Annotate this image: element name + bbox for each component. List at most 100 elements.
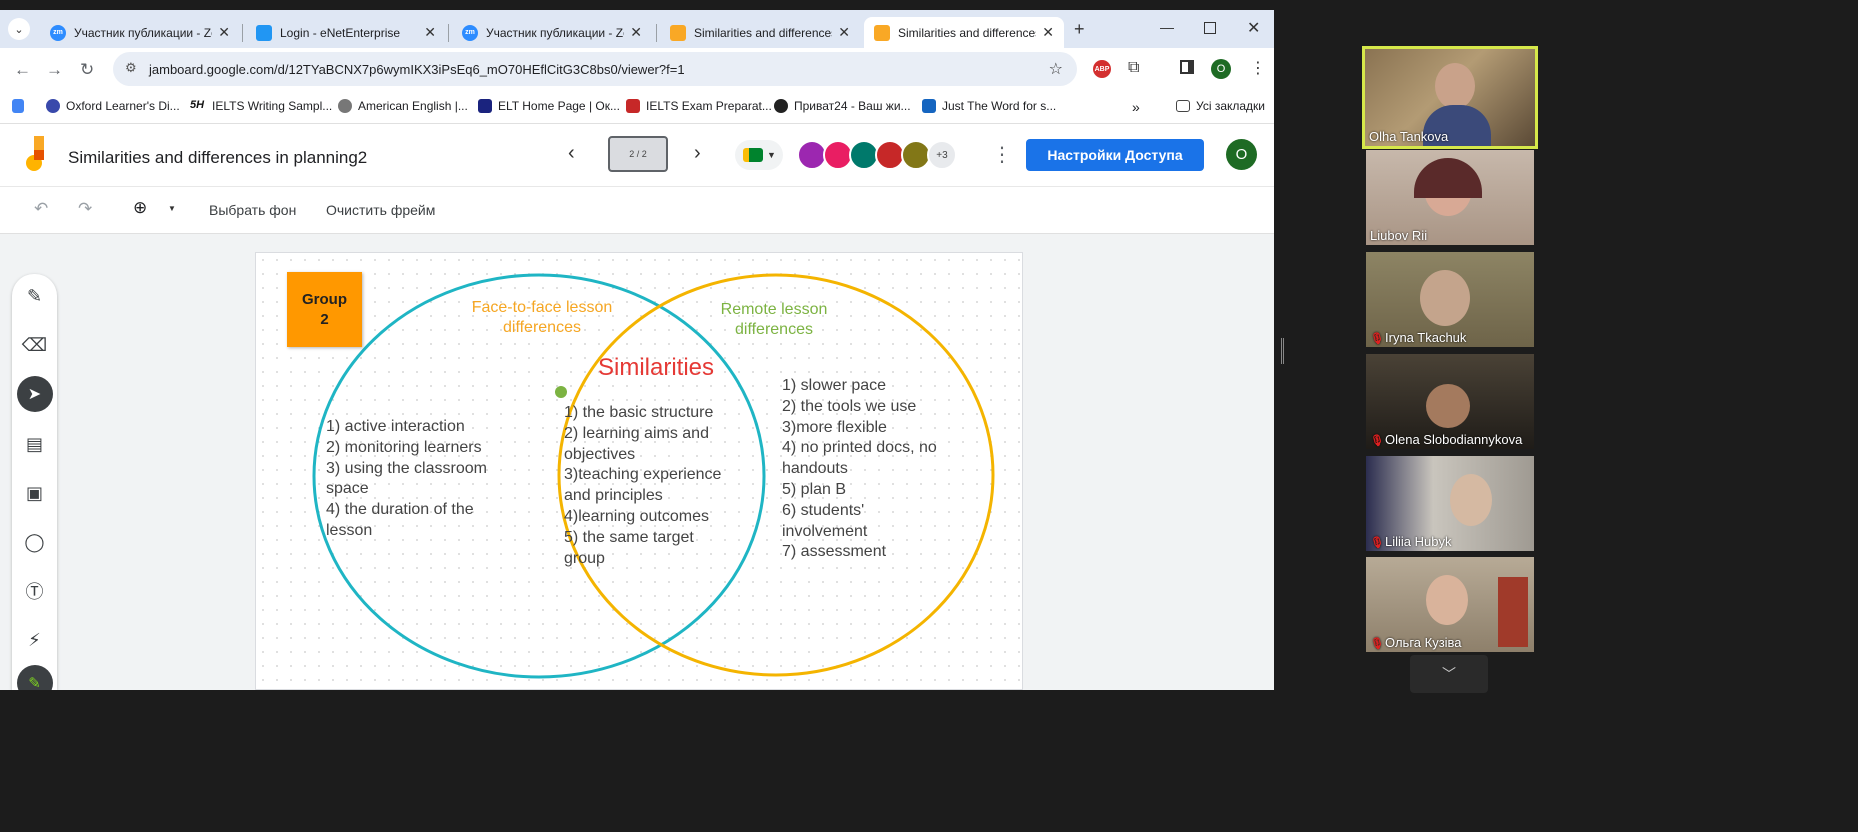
- tab-zoom-2[interactable]: zm Участник публикации - Zo ✕: [452, 17, 652, 48]
- extensions-icon[interactable]: ⧉: [1128, 59, 1139, 77]
- new-tab-button[interactable]: +: [1074, 19, 1085, 40]
- star-icon[interactable]: ☆: [1049, 59, 1063, 79]
- sidepanel-icon[interactable]: [1180, 60, 1194, 74]
- close-icon[interactable]: ✕: [218, 24, 230, 41]
- laser-icon[interactable]: ⚡: [12, 620, 57, 660]
- muted-mic-icon: 🎙: [1370, 333, 1384, 345]
- tab-jamboard-active[interactable]: Similarities and differences ✕: [864, 17, 1064, 48]
- meet-icon: [743, 148, 763, 162]
- zoom-icon: zm: [462, 24, 478, 41]
- undo-icon[interactable]: ↶: [34, 199, 48, 219]
- more-collaborators[interactable]: +3: [927, 140, 957, 170]
- reload-icon[interactable]: ↻: [80, 60, 94, 80]
- text-box-icon[interactable]: Ⓣ: [12, 571, 57, 611]
- circle-shape-icon[interactable]: ◯: [12, 522, 57, 562]
- all-bookmarks-folder[interactable]: Усі закладки: [1176, 99, 1265, 113]
- remote-list[interactable]: 1) slower pace 2) the tools we use 3)mor…: [782, 376, 937, 563]
- similarities-heading[interactable]: Similarities: [576, 353, 736, 383]
- bookmark-ielts-exam[interactable]: IELTS Exam Preparat...: [626, 99, 772, 113]
- similarities-list[interactable]: 1) the basic structure 2) learning aims …: [564, 403, 721, 569]
- tab-bar: ⌄ zm Участник публикации - Zo ✕ Login - eN…: [0, 10, 1274, 48]
- jamboard-toolbar: ↶ ↷ ⊕ ▼ Выбрать фон Очистить фрейм: [0, 186, 1274, 234]
- frame-selector[interactable]: 2 / 2: [608, 136, 668, 172]
- sticky-note-icon[interactable]: ▤: [12, 424, 57, 464]
- scroll-down-button[interactable]: ﹀: [1410, 655, 1488, 693]
- bookmark-elt[interactable]: ELT Home Page | Ок...: [478, 99, 620, 113]
- close-icon[interactable]: ✕: [1042, 24, 1054, 41]
- browser-toolbar: ← → ↻ ⚙ jamboard.google.com/d/12TYaBCNX7…: [0, 48, 1274, 90]
- tab-jamboard-1[interactable]: Similarities and differences ✕: [660, 17, 860, 48]
- bookmark-ielts-writing[interactable]: 5H IELTS Writing Sampl...: [190, 99, 332, 113]
- participant-name: 🎙 Ольга Кузіва: [1370, 635, 1462, 650]
- image-icon[interactable]: ▣: [12, 473, 57, 513]
- address-bar[interactable]: ⚙ jamboard.google.com/d/12TYaBCNX7p6wymI…: [113, 52, 1077, 86]
- edit-icon[interactable]: ✎: [12, 663, 57, 690]
- muted-mic-icon: 🎙: [1370, 537, 1384, 549]
- pen-icon[interactable]: ✎: [12, 276, 57, 316]
- set-background-button[interactable]: Выбрать фон: [209, 202, 296, 218]
- frame-counter: 2 / 2: [629, 149, 647, 159]
- eraser-icon[interactable]: ⌫: [12, 325, 57, 365]
- user-avatar[interactable]: O: [1226, 139, 1257, 170]
- jamboard-logo[interactable]: [22, 136, 48, 172]
- next-frame-icon[interactable]: ›: [694, 142, 701, 165]
- jamboard-frame[interactable]: Group 2 Face-to-face lesson differences …: [255, 252, 1023, 690]
- more-options-icon[interactable]: ⋮: [992, 142, 1012, 167]
- close-icon[interactable]: ✕: [838, 24, 850, 41]
- bookmark-just-the-word[interactable]: Just The Word for s...: [922, 99, 1056, 113]
- meet-button[interactable]: ▼: [735, 140, 783, 170]
- participant-video[interactable]: Liubov Rii: [1366, 150, 1534, 245]
- back-icon[interactable]: ←: [14, 60, 31, 80]
- participant-video-active[interactable]: Olha Tankova: [1362, 46, 1538, 149]
- face-to-face-heading[interactable]: Face-to-face lesson differences: [452, 298, 632, 338]
- profile-avatar[interactable]: O: [1211, 59, 1231, 79]
- browser-window: ⌄ zm Участник публикации - Zo ✕ Login - eN…: [0, 10, 1274, 690]
- document-title[interactable]: Similarities and differences in planning…: [68, 148, 367, 168]
- apps-icon[interactable]: [12, 99, 30, 113]
- participant-video[interactable]: 🎙 Ольга Кузіва: [1366, 557, 1534, 652]
- minimize-button[interactable]: —: [1160, 19, 1174, 35]
- forward-icon[interactable]: →: [46, 60, 63, 80]
- jamboard-icon: [670, 24, 686, 41]
- muted-mic-icon: 🎙: [1370, 435, 1384, 447]
- participant-video[interactable]: 🎙 Liliia Hubyk: [1366, 456, 1534, 551]
- muted-mic-icon: 🎙: [1370, 638, 1384, 650]
- close-icon[interactable]: ✕: [424, 24, 436, 41]
- participant-video[interactable]: 🎙 Iryna Tkachuk: [1366, 252, 1534, 347]
- tab-enet[interactable]: Login - eNetEnterprise ✕: [246, 17, 446, 48]
- redo-icon[interactable]: ↷: [78, 199, 92, 219]
- zoom-icon: zm: [50, 24, 66, 41]
- select-icon[interactable]: ➤: [12, 374, 57, 414]
- url-text: jamboard.google.com/d/12TYaBCNX7p6wymIKX…: [149, 61, 685, 77]
- maximize-button[interactable]: [1204, 22, 1216, 34]
- adblock-icon[interactable]: ABP: [1093, 60, 1111, 78]
- pin-icon: [555, 386, 567, 398]
- panel-resize-handle[interactable]: [1281, 338, 1284, 364]
- bookmark-oxford[interactable]: Oxford Learner's Di...: [46, 99, 180, 113]
- chevron-down-icon[interactable]: ▼: [168, 204, 176, 213]
- participant-name: 🎙 Liliia Hubyk: [1370, 534, 1452, 549]
- jamboard-header: Similarities and differences in planning…: [0, 124, 1274, 186]
- share-button[interactable]: Настройки Доступа: [1026, 139, 1204, 171]
- bookmark-privat24[interactable]: Приват24 - Ваш жи...: [774, 99, 911, 113]
- participant-name: 🎙 Olena Slobodiannykova: [1370, 432, 1523, 447]
- more-bookmarks-icon[interactable]: »: [1132, 99, 1140, 115]
- face-to-face-list[interactable]: 1) active interaction 2) monitoring lear…: [326, 417, 487, 542]
- participant-video[interactable]: 🎙 Olena Slobodiannykova: [1366, 354, 1534, 449]
- remote-heading[interactable]: Remote lesson differences: [684, 300, 864, 340]
- zoom-icon[interactable]: ⊕: [133, 198, 147, 218]
- participant-name: 🎙 Iryna Tkachuk: [1370, 330, 1467, 345]
- site-info-icon[interactable]: ⚙: [125, 60, 137, 76]
- bookmarks-bar: Oxford Learner's Di... 5H IELTS Writing S…: [0, 90, 1274, 124]
- tab-search-button[interactable]: ⌄: [8, 18, 30, 40]
- prev-frame-icon[interactable]: ‹: [568, 142, 575, 165]
- bookmark-american-english[interactable]: American English |...: [338, 99, 468, 113]
- tools-sidebar: ✎ ⌫ ➤ ▤ ▣ ◯ Ⓣ ⚡ ✎: [12, 274, 57, 690]
- close-icon[interactable]: ✕: [630, 24, 642, 41]
- menu-icon[interactable]: ⋮: [1250, 58, 1266, 78]
- tab-zoom-1[interactable]: zm Участник публикации - Zo ✕: [40, 17, 240, 48]
- group-sticky-note[interactable]: Group 2: [287, 272, 362, 347]
- close-window-button[interactable]: ✕: [1247, 18, 1260, 38]
- clear-frame-button[interactable]: Очистить фрейм: [326, 202, 435, 218]
- jamboard-icon: [874, 24, 890, 41]
